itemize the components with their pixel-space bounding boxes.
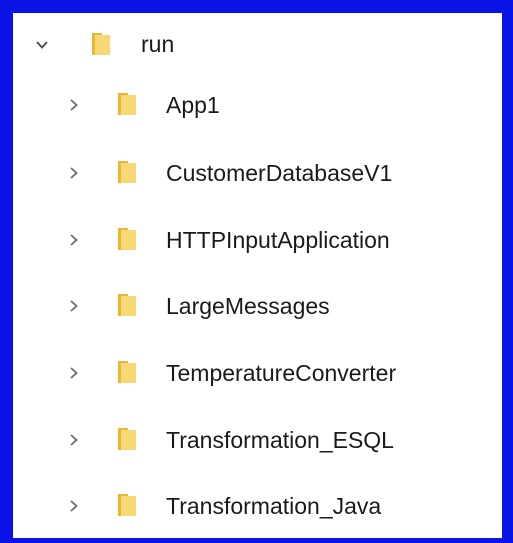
folder-icon xyxy=(117,427,137,451)
tree-item-label: App1 xyxy=(166,92,220,118)
tree-item-largemessages[interactable]: LargeMessages xyxy=(13,276,502,336)
chevron-right-icon[interactable] xyxy=(66,432,82,448)
folder-icon xyxy=(117,160,137,184)
folder-icon xyxy=(117,360,137,384)
folder-icon xyxy=(117,293,137,317)
folder-icon xyxy=(117,227,137,251)
tree-item-label: TemperatureConverter xyxy=(166,360,397,386)
tree-item-label: run xyxy=(141,31,175,57)
chevron-right-icon[interactable] xyxy=(66,232,82,248)
tree-item-customerdatabasev1[interactable]: CustomerDatabaseV1 xyxy=(13,143,502,203)
folder-icon xyxy=(117,493,137,517)
folder-tree-panel: run App1 CustomerDatabaseV1 HTTPInputApp… xyxy=(13,13,502,538)
tree-item-label: CustomerDatabaseV1 xyxy=(166,160,393,186)
tree-item-temperatureconverter[interactable]: TemperatureConverter xyxy=(13,343,502,403)
tree-item-label: Transformation_Java xyxy=(166,493,382,519)
folder-icon xyxy=(91,32,111,56)
tree-item-label: Transformation_ESQL xyxy=(166,427,394,453)
chevron-right-icon[interactable] xyxy=(66,498,82,514)
tree-item-app1[interactable]: App1 xyxy=(13,75,502,135)
chevron-right-icon[interactable] xyxy=(66,165,82,181)
tree-item-run[interactable]: run xyxy=(13,15,502,75)
tree-item-httpinputapplication[interactable]: HTTPInputApplication xyxy=(13,210,502,270)
tree-item-label: LargeMessages xyxy=(166,293,330,319)
tree-item-label: HTTPInputApplication xyxy=(166,227,390,253)
chevron-down-icon[interactable] xyxy=(34,37,50,53)
chevron-right-icon[interactable] xyxy=(66,97,82,113)
folder-icon xyxy=(117,92,137,116)
chevron-right-icon[interactable] xyxy=(66,298,82,314)
chevron-right-icon[interactable] xyxy=(66,365,82,381)
tree-item-transformation-java[interactable]: Transformation_Java xyxy=(13,476,502,536)
tree-item-transformation-esql[interactable]: Transformation_ESQL xyxy=(13,410,502,470)
